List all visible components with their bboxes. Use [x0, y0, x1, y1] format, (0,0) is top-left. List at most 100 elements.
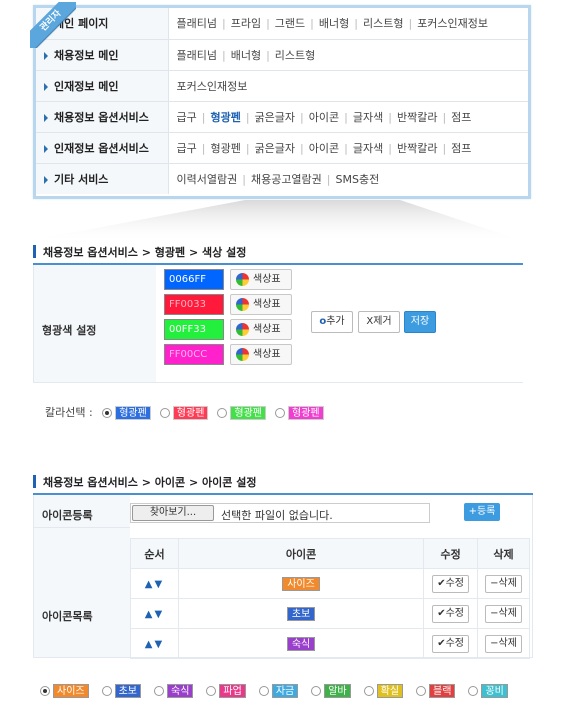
color-radio[interactable] — [102, 408, 113, 418]
move-up-icon[interactable]: ▲ — [145, 609, 155, 620]
menu-item-link[interactable]: 급구 — [177, 142, 197, 155]
menu-item-link[interactable]: 이력서열람권 — [177, 173, 238, 186]
menu-item-link[interactable]: 플래티넘 — [177, 17, 217, 30]
icon-chip: 파업 — [219, 684, 246, 698]
menu-item-link[interactable]: 굵은글자 — [255, 142, 295, 155]
save-color-button[interactable]: 저장 — [404, 311, 436, 333]
menu-item-link[interactable]: 점프 — [451, 111, 471, 124]
menu-category[interactable]: 인재정보 메인 — [36, 70, 169, 102]
menu-row: 채용정보 옵션서비스 급구 | 형광펜 | 굵은글자 | 아이콘 | 글자색 | 반짝칼라 | 점프 — [36, 101, 528, 133]
register-icon-button[interactable]: +등록 — [464, 503, 500, 521]
menu-item-link[interactable]: 채용공고열람권 — [251, 173, 322, 186]
order-cell: ▲▼ — [130, 628, 179, 659]
menu-item-link[interactable]: 굵은글자 — [255, 111, 295, 124]
menu-item-link[interactable]: 포커스인재정보 — [177, 80, 248, 93]
menu-item-link[interactable]: 그랜드 — [275, 17, 305, 30]
menu-item-link[interactable]: 리스트형 — [363, 17, 403, 30]
menu-row: 채용정보 메인 플래티넘 | 배너형 | 리스트형 — [36, 39, 528, 71]
move-down-icon[interactable]: ▼ — [154, 639, 164, 650]
icon-option: 알바 — [311, 684, 353, 698]
color-radio[interactable] — [275, 408, 286, 418]
menu-row: 인재정보 옵션서비스 급구 | 형광펜 | 굵은글자 | 아이콘 | 글자색 | 반짝칼라 | 점프 — [36, 132, 528, 164]
icon-radio[interactable] — [416, 686, 427, 696]
menu-category[interactable]: 채용정보 옵션서비스 — [36, 101, 169, 133]
menu-item-link[interactable]: 형광펜 — [210, 111, 240, 124]
menu-item-link[interactable]: 배너형 — [231, 49, 261, 62]
menu-item-link[interactable]: 리스트형 — [275, 49, 315, 62]
icon-radio[interactable] — [363, 686, 374, 696]
icon-radio[interactable] — [206, 686, 217, 696]
color-code-input[interactable]: FF00CC — [164, 344, 224, 365]
color-radio[interactable] — [159, 408, 170, 418]
icon-radio[interactable] — [101, 686, 112, 696]
color-code-input[interactable]: 00FF33 — [164, 319, 224, 340]
icon-radio[interactable] — [468, 686, 479, 696]
edit-cell: ✔수정 — [423, 598, 479, 629]
color-chart-label: 색상표 — [253, 349, 281, 360]
icon-radio[interactable] — [258, 686, 269, 696]
menu-items: 포커스인재정보 — [168, 70, 528, 102]
color-chart-button[interactable]: 색상표 — [230, 344, 292, 365]
color-code-input[interactable]: 0066FF — [164, 269, 224, 290]
color-chart-button[interactable]: 색상표 — [230, 269, 292, 290]
color-chip: 형광펜 — [172, 406, 209, 420]
menu-item-link[interactable]: 급구 — [177, 111, 197, 124]
menu-item-link[interactable]: 글자색 — [353, 111, 383, 124]
icon-radio[interactable] — [154, 686, 165, 696]
menu-items: 이력서열람권 | 채용공고열람권 | SMS충전 — [168, 163, 528, 194]
order-cell: ▲▼ — [130, 598, 179, 629]
menu-item-link[interactable]: 아이콘 — [309, 111, 339, 124]
menu-category-label: 인재정보 옵션서비스 — [54, 141, 149, 155]
edit-button[interactable]: ✔수정 — [432, 604, 470, 623]
separator: | — [344, 141, 348, 155]
menu-item-link[interactable]: 형광펜 — [210, 142, 240, 155]
file-input[interactable]: 찾아보기... 선택한 파일이 없습니다. — [130, 503, 430, 523]
menu-item-link[interactable]: 아이콘 — [309, 142, 339, 155]
move-down-icon[interactable]: ▼ — [154, 609, 164, 620]
menu-item-link[interactable]: SMS충전 — [336, 173, 380, 186]
menu-item-link[interactable]: 점프 — [451, 142, 471, 155]
color-section-title: 채용정보 옵션서비스 > 형광펜 > 색상 설정 — [43, 246, 247, 259]
menu-category[interactable]: 인재정보 옵션서비스 — [36, 132, 169, 164]
browse-button[interactable]: 찾아보기... — [132, 505, 214, 521]
delete-button[interactable]: −삭제 — [485, 634, 522, 653]
minus-icon: − — [490, 607, 499, 619]
menu-item-link[interactable]: 플래티넘 — [177, 49, 217, 62]
color-setting-content: o추가 X제거 저장 0066FF 색상표 FF0033 색상표 00FF33 색상표 FF… — [156, 265, 523, 382]
move-down-icon[interactable]: ▼ — [154, 579, 164, 590]
move-up-icon[interactable]: ▲ — [145, 579, 155, 590]
edit-button[interactable]: ✔수정 — [432, 574, 470, 593]
color-wheel-icon — [236, 323, 249, 336]
menu-item-link[interactable]: 프라임 — [231, 17, 261, 30]
color-chart-button[interactable]: 색상표 — [230, 319, 292, 340]
move-up-icon[interactable]: ▲ — [145, 639, 155, 650]
separator: | — [221, 48, 226, 62]
icon-register-label: 아이콘등록 — [34, 495, 130, 528]
color-chart-label: 색상표 — [253, 324, 281, 335]
delete-button[interactable]: −삭제 — [485, 574, 522, 593]
color-select-row: 칼라선택 : 형광펜 형광펜 형광펜 형광펜 — [45, 404, 327, 420]
separator: | — [266, 48, 270, 62]
color-chart-button[interactable]: 색상표 — [230, 294, 292, 315]
icon-setting-box: 아이콘등록 찾아보기... 선택한 파일이 없습니다. +등록 아이콘목록 순서… — [33, 495, 533, 659]
menu-item-link[interactable]: 글자색 — [353, 142, 383, 155]
delete-button[interactable]: −삭제 — [485, 604, 522, 623]
separator: | — [245, 110, 250, 124]
remove-color-button[interactable]: X제거 — [358, 311, 400, 333]
menu-items: 플래티넘 | 프라임 | 그랜드 | 배너형 | 리스트형 | 포커스인재정보 — [168, 8, 528, 40]
menu-item-link[interactable]: 반짝칼라 — [397, 142, 437, 155]
separator: | — [354, 17, 358, 31]
icon-radio[interactable] — [40, 686, 50, 696]
separator: | — [242, 172, 246, 186]
color-code-input[interactable]: FF0033 — [164, 294, 224, 315]
menu-item-link[interactable]: 포커스인재정보 — [417, 17, 488, 30]
icon-option: 파업 — [206, 684, 248, 698]
color-chart-label: 색상표 — [253, 274, 281, 285]
menu-item-link[interactable]: 반짝칼라 — [397, 111, 437, 124]
color-radio[interactable] — [217, 408, 228, 418]
add-color-button[interactable]: o추가 — [311, 311, 353, 333]
edit-button[interactable]: ✔수정 — [432, 634, 470, 653]
menu-category[interactable]: 기타 서비스 — [36, 163, 169, 194]
icon-radio[interactable] — [311, 686, 322, 696]
menu-item-link[interactable]: 배너형 — [319, 17, 349, 30]
